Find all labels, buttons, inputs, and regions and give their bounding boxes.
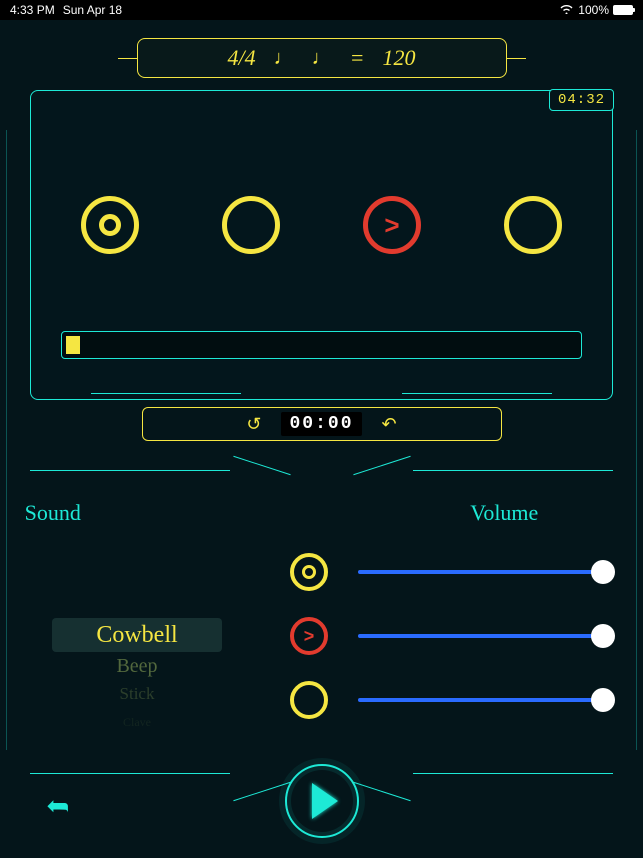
- beat-4[interactable]: [504, 196, 562, 254]
- divider-top: [30, 455, 613, 485]
- bpm-value: 120: [382, 45, 415, 71]
- progress-bar[interactable]: [61, 331, 582, 359]
- timer-pill: ↺ 00:00 ↶: [142, 407, 502, 441]
- slider-thumb[interactable]: [591, 560, 615, 584]
- battery-percent: 100%: [578, 3, 609, 17]
- picker-option[interactable]: Beep: [52, 652, 222, 680]
- status-date: Sun Apr 18: [63, 3, 122, 17]
- wifi-icon: [559, 3, 574, 17]
- sound-label: Sound: [25, 500, 81, 526]
- accent-icon: >: [384, 210, 399, 241]
- status-time: 4:33 PM: [10, 3, 55, 17]
- decoration-left: [6, 130, 7, 750]
- equals-sign: =: [350, 45, 365, 71]
- play-button[interactable]: [285, 764, 359, 838]
- volume-slider-downbeat[interactable]: [358, 570, 603, 574]
- tempo-banner[interactable]: 4/4 ♩ ♩ = 120: [137, 38, 507, 78]
- timer-display: 00:00: [281, 412, 361, 436]
- downbeat-icon: [290, 553, 328, 591]
- beat-3-accent[interactable]: >: [363, 196, 421, 254]
- volume-row-downbeat: [290, 540, 603, 604]
- play-icon: [312, 783, 338, 819]
- beat-row: >: [81, 196, 562, 254]
- timer-undo-button[interactable]: ↶: [382, 414, 397, 435]
- volume-slider-beat[interactable]: [358, 698, 603, 702]
- section-labels: Sound Volume: [0, 500, 643, 526]
- slider-thumb[interactable]: [591, 624, 615, 648]
- timer-reset-button[interactable]: ↺: [246, 414, 261, 435]
- quarter-note-icon: ♩: [274, 47, 294, 70]
- battery-icon: [613, 5, 633, 15]
- picker-selected[interactable]: Cowbell: [52, 618, 222, 652]
- time-signature: 4/4: [228, 45, 256, 71]
- sound-picker[interactable]: Cowbell Beep Stick Clave: [52, 598, 222, 736]
- status-bar: 4:33 PM Sun Apr 18 100%: [0, 0, 643, 20]
- beat-icon: [290, 681, 328, 719]
- accent-icon: >: [290, 617, 328, 655]
- volume-label: Volume: [470, 500, 538, 526]
- panel-bottom-strip: [91, 393, 552, 401]
- volume-row-beat: [290, 668, 603, 732]
- beat-2[interactable]: [222, 196, 280, 254]
- picker-option[interactable]: Stick: [52, 680, 222, 708]
- decoration-right: [636, 130, 637, 750]
- main-panel: 04:32 >: [30, 90, 613, 400]
- picker-option[interactable]: Clave: [52, 708, 222, 736]
- slider-thumb[interactable]: [591, 688, 615, 712]
- session-time-display: 04:32: [549, 89, 614, 111]
- quarter-note-icon: ♩: [312, 47, 332, 70]
- progress-fill: [66, 336, 80, 354]
- volume-rows: >: [290, 540, 603, 732]
- back-button[interactable]: ➦: [46, 789, 69, 822]
- beat-1-downbeat[interactable]: [81, 196, 139, 254]
- volume-slider-accent[interactable]: [358, 634, 603, 638]
- downbeat-inner-icon: [99, 214, 121, 236]
- volume-row-accent: >: [290, 604, 603, 668]
